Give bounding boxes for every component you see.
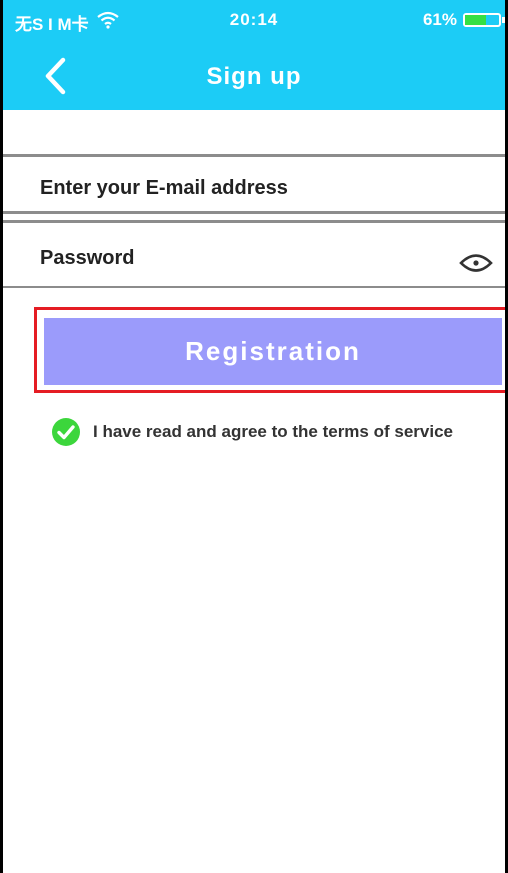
email-input[interactable] — [40, 174, 445, 202]
battery-tip — [502, 17, 505, 23]
battery-group: 61% — [423, 10, 505, 30]
registration-button[interactable]: Registration — [44, 318, 502, 385]
terms-row: I have read and agree to the terms of se… — [51, 417, 453, 447]
status-bar: 无S I M卡 20:14 61% — [3, 0, 505, 42]
password-input[interactable] — [40, 244, 445, 272]
battery-fill — [465, 15, 486, 25]
page-title: Sign up — [206, 63, 302, 90]
email-field-row — [3, 154, 505, 214]
form-top-spacer — [3, 110, 505, 154]
eye-icon[interactable] — [459, 252, 493, 274]
password-field-row — [3, 220, 505, 288]
battery-percent: 61% — [422, 10, 457, 29]
check-circle-icon[interactable] — [51, 417, 81, 447]
phone-screen: 无S I M卡 20:14 61% Sign up Enter your E-m… — [0, 0, 508, 873]
nav-bar: Sign up — [3, 42, 505, 110]
terms-label: I have read and agree to the terms of se… — [93, 422, 453, 441]
battery-icon — [463, 13, 501, 27]
